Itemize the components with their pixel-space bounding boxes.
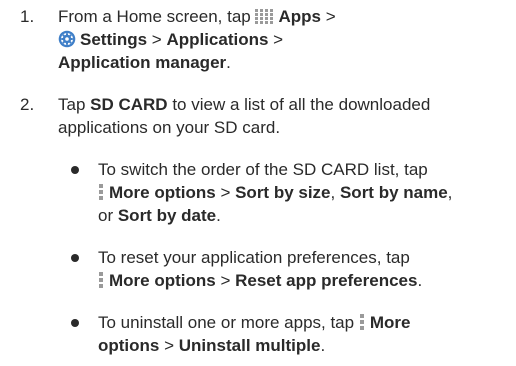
ui-term: Reset app preferences xyxy=(235,271,418,290)
bullet-1-line-1: To switch the order of the SD CARD list,… xyxy=(98,159,428,181)
ui-term: Sort by date xyxy=(117,206,217,225)
ui-term: Apps xyxy=(278,7,321,26)
ui-term: Applications xyxy=(166,30,269,49)
bullet-2-line-2: More options > Reset app preferences. xyxy=(98,270,422,292)
ui-term: More options xyxy=(109,271,216,290)
text: . xyxy=(216,206,221,225)
text: > xyxy=(147,30,167,49)
text: applications on your SD card. xyxy=(58,118,281,137)
text: , xyxy=(447,183,453,202)
ui-term: Settings xyxy=(80,30,148,49)
bullet-2-line-1: To reset your application preferences, t… xyxy=(98,247,410,269)
step-number: 1. xyxy=(20,7,35,26)
ui-term: Uninstall multiple xyxy=(178,336,321,355)
step-1-line-1: From a Home screen, tap Apps > xyxy=(58,6,336,28)
step-1-line-3: Application manager. xyxy=(58,52,231,74)
text: To reset your application preferences, t… xyxy=(98,248,410,267)
more-options-icon xyxy=(99,184,104,201)
bullet xyxy=(71,319,79,327)
settings-gear-icon xyxy=(58,30,76,48)
ui-term: Application manager xyxy=(58,53,227,72)
text: From a Home screen, tap xyxy=(58,7,256,26)
bullet-3-line-2: options > Uninstall multiple. xyxy=(98,335,325,357)
text: to view a list of all the downloaded xyxy=(167,95,431,114)
text: , xyxy=(330,183,340,202)
text: Tap xyxy=(58,95,91,114)
text: To uninstall one or more apps, tap xyxy=(98,313,359,332)
bullet xyxy=(71,254,79,262)
more-options-icon xyxy=(99,272,104,289)
more-options-icon xyxy=(359,314,365,331)
bullet-1-line-2: More options > Sort by size, Sort by nam… xyxy=(98,182,452,204)
bullet-1-line-3: or Sort by date. xyxy=(98,205,221,227)
ui-term: Sort by size xyxy=(235,183,331,202)
text: . xyxy=(226,53,231,72)
ui-term: More options xyxy=(109,183,216,202)
ui-term: Sort by name xyxy=(339,183,448,202)
text: > xyxy=(215,183,236,202)
ui-term: options xyxy=(98,336,160,355)
text: > xyxy=(268,30,284,49)
step-2-line-2: applications on your SD card. xyxy=(58,117,280,139)
bullet xyxy=(71,166,79,174)
step-2-line-1: Tap SD CARD to view a list of all the do… xyxy=(58,94,430,116)
text: > xyxy=(159,336,179,355)
text: To switch the order of the SD CARD list,… xyxy=(98,160,428,179)
step-1-line-2: Settings > Applications > xyxy=(58,29,283,51)
ui-term: More xyxy=(369,313,411,332)
text: > xyxy=(215,271,236,290)
text: > xyxy=(320,7,336,26)
text: . xyxy=(417,271,423,290)
step-number: 2. xyxy=(20,95,35,114)
apps-grid-icon xyxy=(255,8,274,24)
text: . xyxy=(320,336,326,355)
ui-term: SD CARD xyxy=(90,95,168,114)
bullet-3-line-1: To uninstall one or more apps, tap More xyxy=(98,312,410,334)
text: or xyxy=(98,206,118,225)
